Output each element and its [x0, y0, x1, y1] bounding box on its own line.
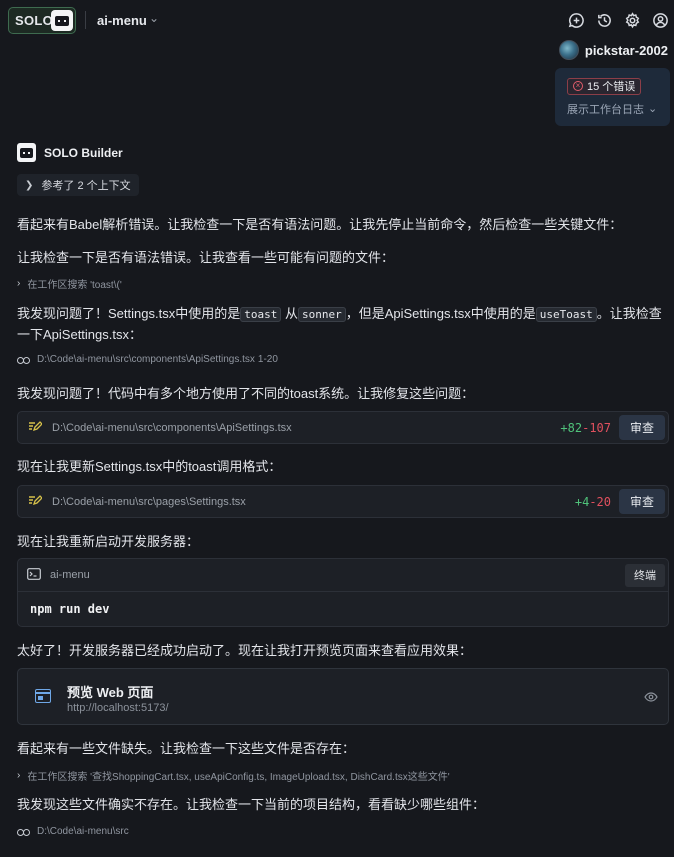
- message-text: 太好了！开发服务器已经成功启动了。现在让我打开预览页面来查看应用效果：: [17, 643, 473, 658]
- message-text: 看起来有Babel解析错误。让我检查一下是否有语法问题。让我先停止当前命令，然后…: [17, 217, 623, 232]
- show-log-label: 展示工作台日志: [567, 103, 644, 116]
- history-icon[interactable]: [590, 10, 618, 30]
- message-text: 看起来有一些文件缺失。让我检查一下这些文件是否存在：: [17, 741, 356, 756]
- terminal-name: ai-menu: [50, 569, 90, 581]
- edit-icon: [28, 494, 43, 509]
- search-step-label: 在工作区搜索 '查找ShoppingCart.tsx, useApiConfig…: [27, 772, 450, 783]
- review-button[interactable]: 审查: [619, 489, 665, 514]
- error-count-label: 15 个错误: [587, 81, 636, 93]
- preview-url: http://localhost:5173/: [67, 702, 169, 714]
- robot-icon: [51, 10, 73, 31]
- terminal-header: ai-menu 终端: [18, 559, 668, 592]
- inline-code: toast: [240, 307, 282, 322]
- message-text: 我发现这些文件确实不存在。让我检查一下当前的项目结构，看看缺少哪些组件：: [17, 797, 486, 812]
- preview-title: 预览 Web 页面: [67, 685, 154, 700]
- top-actions: [562, 10, 674, 30]
- user-info[interactable]: pickstar-2002: [558, 40, 668, 60]
- avatar: [558, 40, 579, 60]
- message-text: 现在让我更新Settings.tsx中的toast调用格式：: [17, 459, 282, 474]
- web-preview-card[interactable]: 预览 Web 页面 http://localhost:5173/: [17, 668, 669, 725]
- search-step-label: 在工作区搜索 'toast\(': [27, 280, 122, 291]
- eye-icon[interactable]: [644, 690, 658, 705]
- error-count-badge[interactable]: × 15 个错误: [567, 77, 642, 95]
- chevron-right-icon: ›: [17, 278, 21, 289]
- robot-icon: [17, 143, 36, 162]
- message-segment: 我发现问题了！Settings.tsx中使用的是: [17, 306, 241, 321]
- divider: [85, 11, 86, 29]
- file-path: D:\Code\ai-menu\src\pages\Settings.tsx: [52, 495, 246, 508]
- edit-icon: [28, 420, 43, 435]
- message-text: 我发现问题了！Settings.tsx中使用的是 toast 从 sonner ，但是…: [17, 304, 667, 345]
- context-reference-toggle[interactable]: ❯ 参考了 2 个上下文: [17, 174, 139, 196]
- read-file-path: D:\Code\ai-menu\src: [37, 826, 129, 837]
- message-text: 让我检查一下是否有语法错误。让我查看一些可能有问题的文件：: [17, 250, 395, 265]
- error-panel: × 15 个错误 展示工作台日志 ⌄: [555, 68, 670, 126]
- terminal-card: ai-menu 终端 npm run dev: [17, 558, 669, 627]
- inline-code: useToast: [535, 307, 597, 322]
- show-workspace-log-toggle[interactable]: 展示工作台日志 ⌄: [567, 101, 658, 117]
- open-terminal-button[interactable]: 终端: [625, 563, 665, 587]
- chevron-down-icon[interactable]: ⌄: [149, 11, 159, 25]
- browser-window-icon: [35, 689, 51, 703]
- glasses-icon: [17, 356, 30, 364]
- terminal-icon: [27, 567, 41, 583]
- gear-icon[interactable]: [618, 10, 646, 30]
- message-text: 现在让我重新启动开发服务器：: [17, 534, 200, 549]
- message-segment: ，但是ApiSettings.tsx中使用的是: [345, 306, 536, 321]
- glasses-icon: [17, 828, 30, 836]
- message-text: 我发现问题了！代码中有多个地方使用了不同的toast系统。让我修复这些问题：: [17, 386, 475, 401]
- error-icon: ×: [573, 81, 583, 91]
- project-name[interactable]: ai-menu: [97, 13, 147, 28]
- top-bar: SOLO ai-menu ⌄: [0, 0, 674, 40]
- agent-header: SOLO Builder: [17, 143, 123, 162]
- file-edit-card[interactable]: D:\Code\ai-menu\src\components\ApiSettin…: [17, 411, 669, 444]
- lines-added: +4: [574, 494, 590, 509]
- search-step[interactable]: › 在工作区搜索 '查找ShoppingCart.tsx, useApiConf…: [17, 768, 450, 783]
- chevron-down-icon: ⌄: [648, 103, 658, 115]
- search-step[interactable]: › 在工作区搜索 'toast\(': [17, 276, 122, 291]
- read-file-step[interactable]: D:\Code\ai-menu\src: [17, 826, 129, 837]
- chevron-right-icon: ❯: [25, 179, 34, 191]
- solo-label: SOLO: [15, 13, 54, 28]
- review-button[interactable]: 审查: [619, 415, 665, 440]
- lines-added: +82: [560, 420, 583, 435]
- read-file-step[interactable]: D:\Code\ai-menu\src\components\ApiSettin…: [17, 354, 278, 365]
- solo-logo-button[interactable]: SOLO: [8, 7, 76, 34]
- inline-code: sonner: [297, 307, 346, 322]
- username: pickstar-2002: [584, 42, 668, 58]
- lines-removed: -107: [582, 420, 611, 435]
- terminal-command: npm run dev: [30, 602, 110, 616]
- chevron-right-icon: ›: [17, 770, 21, 781]
- agent-name: SOLO Builder: [44, 145, 123, 160]
- context-reference-label: 参考了 2 个上下文: [41, 180, 131, 192]
- message-segment: 从: [284, 306, 298, 321]
- lines-removed: -20: [589, 494, 611, 509]
- add-chat-icon[interactable]: [562, 10, 590, 30]
- file-edit-card[interactable]: D:\Code\ai-menu\src\pages\Settings.tsx +…: [17, 485, 669, 518]
- account-icon[interactable]: [646, 10, 674, 30]
- file-path: D:\Code\ai-menu\src\components\ApiSettin…: [52, 421, 292, 434]
- read-file-path: D:\Code\ai-menu\src\components\ApiSettin…: [37, 354, 278, 365]
